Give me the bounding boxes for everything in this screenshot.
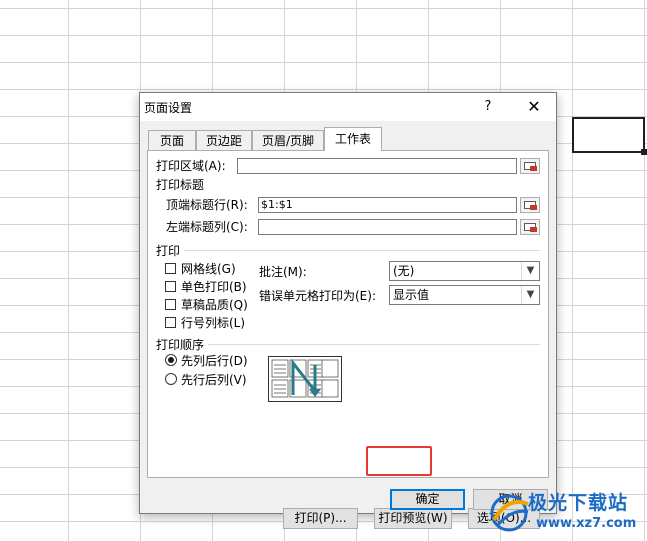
preview-highlight-box: [366, 446, 432, 476]
row-col-headings-label: 行号列标(L): [181, 316, 246, 330]
chevron-down-icon: ▼: [521, 262, 539, 280]
cols-repeat-collapse-button[interactable]: [520, 219, 540, 235]
fill-handle[interactable]: [641, 149, 647, 155]
over-then-down-radio[interactable]: [165, 373, 177, 385]
black-white-label: 单色打印(B): [181, 280, 247, 294]
close-button[interactable]: ✕: [516, 96, 552, 118]
watermark-title: 极光下载站: [528, 492, 629, 514]
page-setup-dialog: 页面设置 ? ✕ 页面 页边距 页眉/页脚 工作表 打印区域(A): 打印标题 …: [139, 92, 557, 529]
sheet-tab-panel: 打印区域(A): 打印标题 顶端标题行(R): $1:$1 左端标题列(C): …: [147, 150, 549, 529]
gridlines-checkbox[interactable]: [165, 263, 176, 274]
over-then-down-label: 先行后列(V): [181, 373, 247, 387]
dialog-titlebar: 页面设置 ? ✕: [140, 93, 556, 121]
page-order-preview: [268, 356, 342, 402]
errors-select[interactable]: 显示值 ▼: [389, 285, 540, 305]
rows-repeat-input[interactable]: $1:$1: [258, 197, 517, 213]
down-then-over-label: 先列后行(D): [181, 354, 248, 368]
active-cell[interactable]: [572, 117, 645, 153]
down-then-over-radio[interactable]: [165, 354, 177, 366]
dialog-title: 页面设置: [144, 101, 193, 115]
cols-repeat-input[interactable]: [258, 219, 517, 235]
rows-repeat-label: 顶端标题行(R):: [166, 198, 248, 212]
print-button[interactable]: 打印(P)...: [283, 508, 358, 529]
print-preview-button[interactable]: 打印预览(W): [374, 508, 452, 529]
site-watermark: 极光下载站 www.xz7.com: [488, 486, 643, 538]
chevron-down-icon: ▼: [521, 286, 539, 304]
print-area-collapse-button[interactable]: [520, 158, 540, 174]
print-titles-label: 打印标题: [156, 178, 205, 192]
black-white-checkbox[interactable]: [165, 281, 176, 292]
row-col-headings-checkbox[interactable]: [165, 317, 176, 328]
print-section-divider: [184, 250, 540, 251]
tab-header-footer[interactable]: 页眉/页脚: [252, 130, 324, 150]
page-order-label: 打印顺序: [156, 338, 205, 352]
print-area-label: 打印区域(A):: [156, 159, 226, 173]
page-order-icon: [271, 358, 339, 398]
comments-label: 批注(M):: [259, 265, 307, 279]
comments-value: (无): [393, 264, 415, 278]
watermark-url: www.xz7.com: [536, 516, 637, 531]
ok-button[interactable]: 确定: [390, 489, 465, 510]
help-button[interactable]: ?: [473, 96, 503, 118]
tab-sheet[interactable]: 工作表: [324, 127, 382, 151]
draft-quality-label: 草稿品质(Q): [181, 298, 248, 312]
errors-label: 错误单元格打印为(E):: [259, 289, 376, 303]
tab-page[interactable]: 页面: [148, 130, 196, 150]
errors-value: 显示值: [393, 288, 430, 302]
gridlines-label: 网格线(G): [181, 262, 236, 276]
cols-repeat-label: 左端标题列(C):: [166, 220, 248, 234]
print-section-label: 打印: [156, 244, 181, 258]
print-area-input[interactable]: [237, 158, 517, 174]
rows-repeat-collapse-button[interactable]: [520, 197, 540, 213]
comments-select[interactable]: (无) ▼: [389, 261, 540, 281]
draft-quality-checkbox[interactable]: [165, 299, 176, 310]
page-order-divider: [208, 344, 540, 345]
tab-margins[interactable]: 页边距: [196, 130, 252, 150]
